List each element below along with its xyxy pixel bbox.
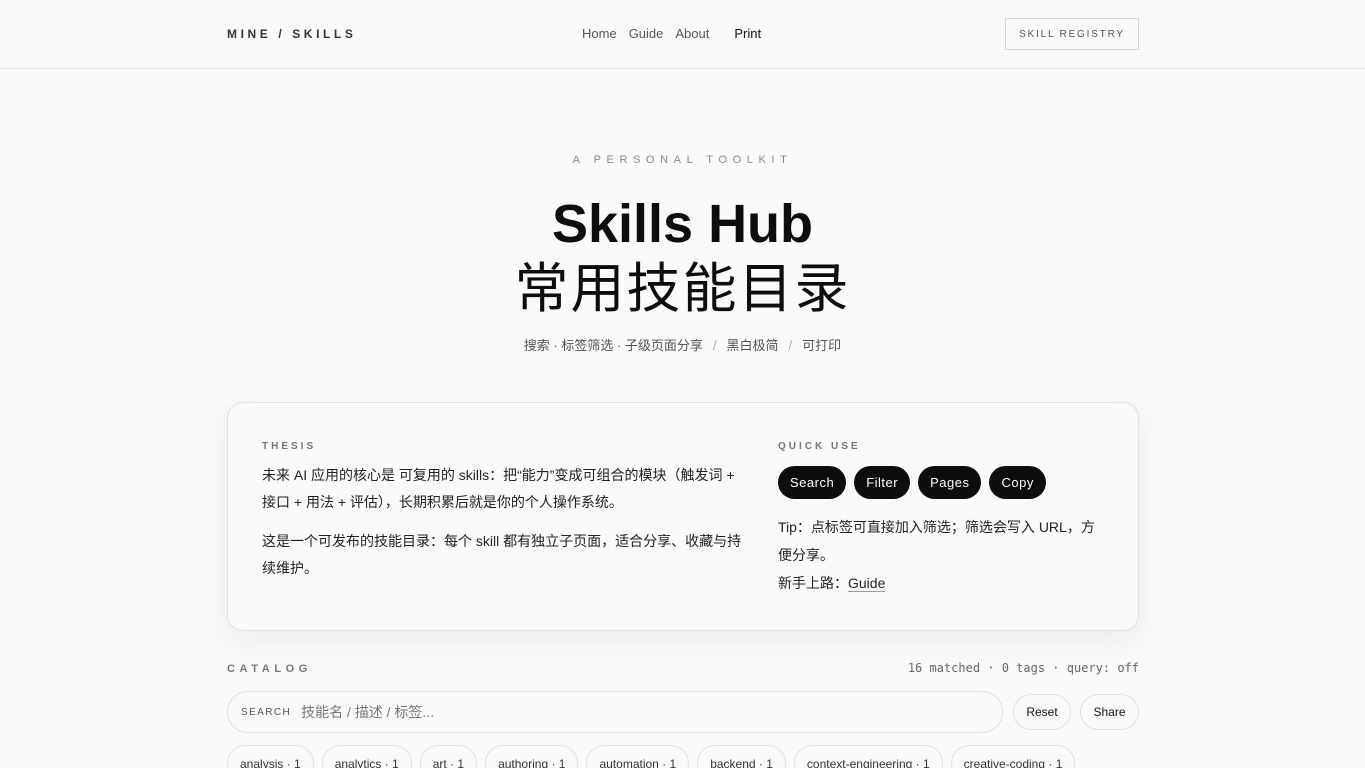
thesis-label: THESIS xyxy=(262,441,317,452)
guide-prefix: 新手上路： xyxy=(778,575,848,591)
tag-chip[interactable]: art · 1 xyxy=(419,745,478,768)
tag-chip[interactable]: backend · 1 xyxy=(697,745,786,768)
tag-chip[interactable]: automation · 1 xyxy=(586,745,690,768)
thesis-paragraph-2: 这是一个可发布的技能目录：每个 skill 都有独立子页面，适合分享、收藏与持续… xyxy=(262,533,742,576)
search-input[interactable] xyxy=(301,704,902,720)
main-nav: Home Guide About Print xyxy=(582,26,773,41)
nav-home[interactable]: Home xyxy=(582,26,617,41)
pill-filter[interactable]: Filter xyxy=(854,466,911,499)
search-label: SEARCH xyxy=(241,706,292,718)
hero-eyebrow: A PERSONAL TOOLKIT xyxy=(572,154,793,166)
tag-chip[interactable]: authoring · 1 xyxy=(485,745,579,768)
intro-card: THESIS 未来 AI 应用的核心是 可复用的 skills：把“能力”变成可… xyxy=(227,402,1139,631)
hero-subtitle: 搜索 · 标签筛选 · 子级页面分享 / 黑白极简 / 可打印 xyxy=(0,335,1365,354)
skill-registry-button[interactable]: SKILL REGISTRY xyxy=(1005,18,1139,50)
share-button[interactable]: Share xyxy=(1080,694,1139,730)
subtitle-style: 黑白极简 xyxy=(726,338,779,353)
tag-chip[interactable]: creative-coding · 1 xyxy=(950,745,1076,768)
thesis-paragraph-1: 未来 AI 应用的核心是 可复用的 skills：把“能力”变成可组合的模块（触… xyxy=(262,467,735,510)
top-bar: MINE / SKILLS Home Guide About Print SKI… xyxy=(0,0,1365,69)
print-link[interactable]: Print xyxy=(734,26,761,41)
subtitle-separator: / xyxy=(788,338,793,353)
tip-text: Tip：点标签可直接加入筛选；筛选会写入 URL，方便分享。 xyxy=(778,519,1095,563)
tag-chip[interactable]: analysis · 1 xyxy=(227,745,314,768)
subtitle-print: 可打印 xyxy=(802,338,842,353)
brand-logo[interactable]: MINE / SKILLS xyxy=(227,27,356,41)
guide-link[interactable]: Guide xyxy=(848,575,886,592)
pill-pages[interactable]: Pages xyxy=(918,466,982,499)
reset-button[interactable]: Reset xyxy=(1013,694,1071,730)
tag-chip[interactable]: context-engineering · 1 xyxy=(793,745,943,768)
page-title-zh: 常用技能目录 xyxy=(514,257,851,320)
quick-use-section: QUICK USE Search Filter Pages Copy Tip：点… xyxy=(778,441,1108,597)
nav-about[interactable]: About xyxy=(675,26,709,41)
catalog-label: CATALOG xyxy=(227,663,312,675)
quick-use-label: QUICK USE xyxy=(778,441,861,452)
tag-filter-list: analysis · 1 analytics · 1 art · 1 autho… xyxy=(227,745,1083,768)
pill-copy[interactable]: Copy xyxy=(989,466,1046,499)
quick-use-pills: Search Filter Pages Copy xyxy=(778,466,1108,499)
search-box: SEARCH xyxy=(227,691,1003,733)
subtitle-separator: / xyxy=(712,338,717,353)
tag-chip[interactable]: analytics · 1 xyxy=(321,745,412,768)
nav-guide[interactable]: Guide xyxy=(629,26,664,41)
page-title: Skills Hub xyxy=(551,194,814,254)
guide-line: 新手上路：Guide xyxy=(778,569,1108,597)
catalog-status: 16 matched · 0 tags · query: off xyxy=(907,661,1139,675)
subtitle-features: 搜索 · 标签筛选 · 子级页面分享 xyxy=(523,338,703,353)
thesis-section: THESIS 未来 AI 应用的核心是 可复用的 skills：把“能力”变成可… xyxy=(262,441,747,582)
pill-search[interactable]: Search xyxy=(778,466,847,499)
